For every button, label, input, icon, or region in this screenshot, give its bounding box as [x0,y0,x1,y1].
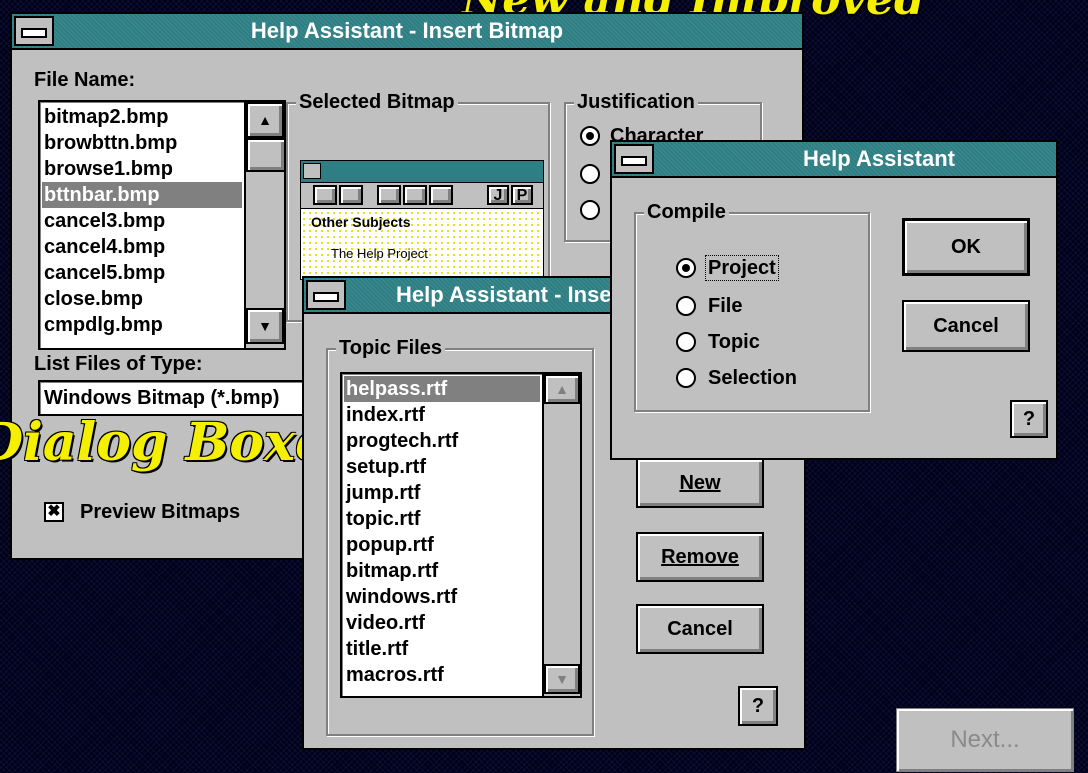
compile-titlebar[interactable]: Help Assistant [612,142,1056,178]
list-item[interactable]: topic.rtf [344,506,540,532]
list-item[interactable]: cancel3.bmp [42,208,242,234]
list-item[interactable]: jump.rtf [344,480,540,506]
preview-bitmaps-label: Preview Bitmaps [80,501,241,523]
list-files-type-label: List Files of Type: [34,353,203,375]
preview-line-2: The Help Project [331,246,428,261]
list-item[interactable]: windows.rtf [344,584,540,610]
file-type-combo[interactable]: Windows Bitmap (*.bmp) [38,380,306,416]
list-item[interactable]: cmpdlg.bmp [42,312,242,338]
scroll-down-arrow-icon[interactable]: ▼ [544,664,580,694]
compile-topic-label: Topic [708,331,760,353]
help-button[interactable]: ? [1010,400,1048,438]
list-item[interactable]: video.rtf [344,610,540,636]
justification-option-2-radio[interactable] [580,164,600,184]
list-item[interactable]: popup.rtf [344,532,540,558]
cancel-button[interactable]: Cancel [902,300,1030,352]
preview-line-1: Other Subjects [311,214,411,230]
insert-bitmap-title: Help Assistant - Insert Bitmap [250,18,564,43]
list-item[interactable]: progtech.rtf [344,428,540,454]
list-item[interactable]: browbttn.bmp [42,130,242,156]
new-button[interactable]: New [636,458,764,508]
justification-character-radio[interactable] [580,126,600,146]
list-item[interactable]: bitmap.rtf [344,558,540,584]
preview-button-p: P [511,185,533,205]
bitmap-preview: J P Other Subjects The Help Project [300,160,544,280]
cancel-button[interactable]: Cancel [636,604,764,654]
compile-title: Help Assistant [802,146,955,171]
list-item[interactable]: setup.rtf [344,454,540,480]
preview-button-j: J [487,185,509,205]
compile-label: Compile [644,200,729,224]
compile-group: Compile Project File Topic Selection [634,200,870,412]
system-menu-icon[interactable] [306,280,346,310]
preview-paste-icon [429,185,453,205]
list-item[interactable]: browse1.bmp [42,156,242,182]
next-button[interactable]: Next... [896,708,1074,772]
topic-files-label: Topic Files [336,336,445,360]
list-item[interactable]: close.bmp [42,286,242,312]
list-item[interactable]: index.rtf [344,402,540,428]
preview-save-icon [339,185,363,205]
justification-option-3-radio[interactable] [580,200,600,220]
compile-topic-radio[interactable] [676,332,696,352]
compile-selection-radio[interactable] [676,368,696,388]
system-menu-icon[interactable] [614,144,654,174]
scroll-thumb[interactable] [246,138,284,172]
topic-file-list[interactable]: helpass.rtf index.rtf progtech.rtf setup… [340,372,582,698]
compile-project-label: Project [705,255,779,281]
compile-project-radio[interactable] [676,258,696,278]
insert-bitmap-titlebar[interactable]: Help Assistant - Insert Bitmap [12,14,802,50]
list-item-selected[interactable]: helpass.rtf [344,376,540,402]
file-list[interactable]: bitmap2.bmp browbttn.bmp browse1.bmp btt… [38,100,286,350]
justification-label: Justification [574,90,698,114]
preview-content: Other Subjects The Help Project [301,210,543,279]
topic-list-scrollbar[interactable]: ▲ ▼ [542,374,580,696]
preview-print-icon [313,185,337,205]
preview-bitmaps-checkbox[interactable]: ✖ [44,502,64,522]
scroll-down-arrow-icon[interactable]: ▼ [246,308,284,344]
list-item[interactable]: title.rtf [344,636,540,662]
compile-file-radio[interactable] [676,296,696,316]
scroll-up-arrow-icon[interactable]: ▲ [246,102,284,138]
list-item-selected[interactable]: bttnbar.bmp [42,182,242,208]
preview-titlebar [301,161,543,183]
preview-button-bar: J P [301,183,543,209]
file-name-label: File Name: [34,69,136,91]
list-item[interactable]: macros.rtf [344,662,540,688]
list-item[interactable]: cancel4.bmp [42,234,242,260]
file-type-value: Windows Bitmap (*.bmp) [44,387,280,409]
preview-system-menu-icon [303,163,321,179]
compile-dialog: Help Assistant Compile Project File Topi… [610,140,1058,460]
ok-button[interactable]: OK [902,218,1030,276]
remove-button[interactable]: Remove [636,532,764,582]
file-list-scrollbar[interactable]: ▲ ▼ [244,102,284,348]
scroll-up-arrow-icon[interactable]: ▲ [544,374,580,404]
selected-bitmap-label: Selected Bitmap [296,90,458,114]
list-item[interactable]: cancel5.bmp [42,260,242,286]
compile-selection-label: Selection [708,367,797,389]
preview-copy-icon [403,185,427,205]
compile-file-label: File [708,295,743,317]
topic-files-group: Topic Files helpass.rtf index.rtf progte… [326,336,594,736]
preview-cut-icon [377,185,401,205]
list-item[interactable]: bitmap2.bmp [42,104,242,130]
system-menu-icon[interactable] [14,16,54,46]
help-button[interactable]: ? [738,686,778,726]
